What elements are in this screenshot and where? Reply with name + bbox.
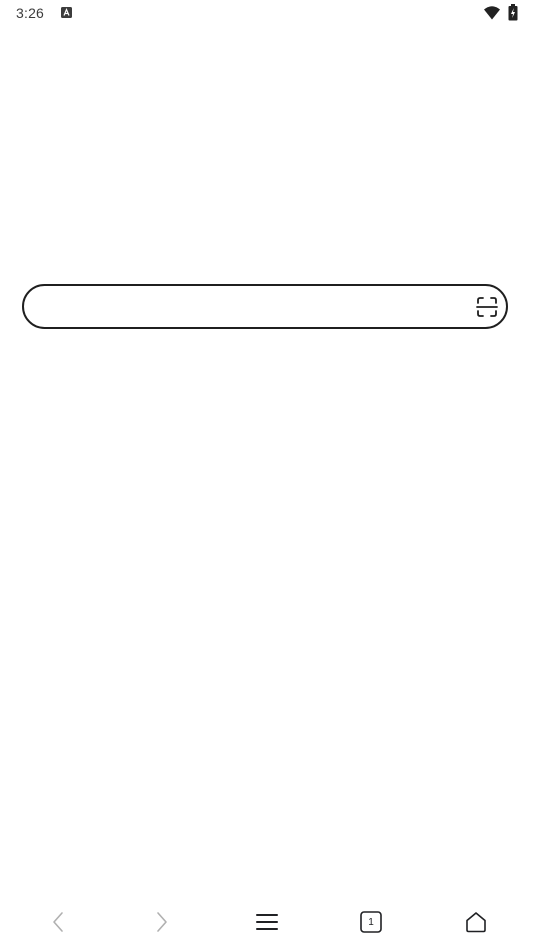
back-button[interactable] — [43, 908, 73, 936]
home-button[interactable] — [461, 908, 491, 936]
menu-button[interactable] — [252, 908, 282, 936]
bottom-nav-bar: 1 — [0, 896, 534, 950]
wifi-icon — [484, 6, 500, 20]
a-notification-icon — [61, 7, 72, 18]
status-bar: 3:26 — [0, 0, 534, 28]
search-box[interactable] — [22, 284, 508, 329]
tabs-icon — [360, 911, 382, 933]
search-input[interactable] — [46, 286, 466, 327]
chevron-right-icon — [157, 912, 167, 932]
status-time: 3:26 — [16, 5, 45, 21]
forward-button[interactable] — [147, 908, 177, 936]
tabs-button[interactable]: 1 — [356, 908, 386, 936]
menu-icon — [256, 914, 278, 930]
battery-charging-icon — [508, 4, 518, 21]
chevron-left-icon — [53, 912, 63, 932]
scan-icon[interactable] — [476, 296, 498, 318]
home-icon — [466, 912, 486, 933]
